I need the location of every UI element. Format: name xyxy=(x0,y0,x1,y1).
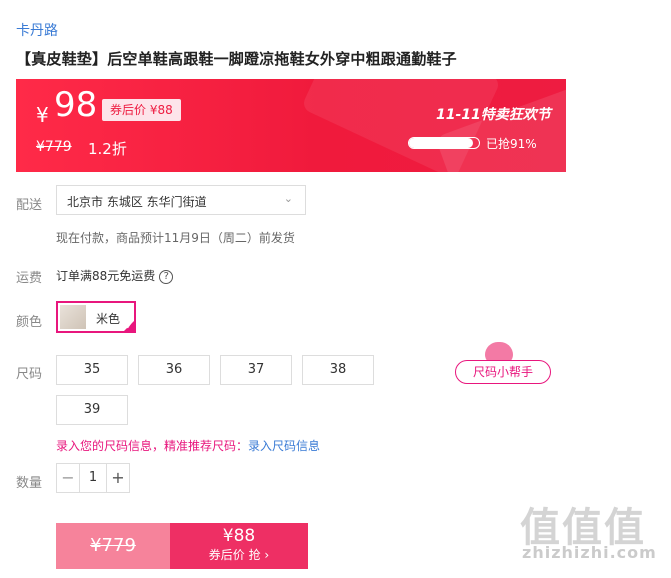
shipping-note: 现在付款，商品预计11月9日（周二）前发货 xyxy=(56,231,295,245)
price-value: 98 xyxy=(54,85,98,125)
sold-progress-bar xyxy=(408,137,480,149)
color-option-beige[interactable]: 米色 ✓ xyxy=(56,301,136,333)
freight-text: 订单满88元免运费 xyxy=(56,269,156,283)
original-price: ¥779 xyxy=(36,139,72,155)
color-option-label: 米色 xyxy=(96,312,121,326)
size-info-link[interactable]: 录入尺码信息 xyxy=(248,439,320,453)
quantity-increase-button[interactable]: + xyxy=(106,464,129,492)
price-currency: ¥ xyxy=(36,103,49,127)
sold-percentage: 已抢91% xyxy=(486,137,537,151)
watermark-site: zhizhizhi.com xyxy=(522,543,657,562)
shop-name[interactable]: 卡丹路 xyxy=(16,20,58,40)
coupon-buy-button[interactable]: ¥88 券后价 抢 › xyxy=(170,523,308,569)
size-label: 尺码 xyxy=(16,367,43,382)
address-text: 北京市 东城区 东华门街道 xyxy=(67,195,207,209)
size-option-37[interactable]: 37 xyxy=(220,355,292,385)
chevron-down-icon: ⌄ xyxy=(283,192,293,205)
quantity-label: 数量 xyxy=(16,476,43,491)
address-selector[interactable]: 北京市 东城区 东华门街道 ⌄ xyxy=(56,185,306,215)
freight-info: 订单满88元免运费? xyxy=(56,267,174,284)
coupon-buy-label: 券后价 抢 › xyxy=(208,548,270,562)
size-option-39[interactable]: 39 xyxy=(56,395,128,425)
size-info-prompt: 录入您的尺码信息，精准推荐尺码： xyxy=(56,439,249,453)
help-icon[interactable]: ? xyxy=(159,269,174,284)
size-option-38[interactable]: 38 xyxy=(302,355,374,385)
checkmark-icon: ✓ xyxy=(125,322,133,332)
color-label: 颜色 xyxy=(16,315,43,330)
size-helper-button[interactable]: 尺码小帮手 xyxy=(455,360,551,384)
festival-title: 11-11特卖狂欢节 xyxy=(436,107,551,123)
original-price-button[interactable]: ¥779 xyxy=(56,523,170,569)
coupon-price-badge: 券后价 ¥88 xyxy=(102,99,181,121)
coupon-buy-price: ¥88 xyxy=(222,526,256,546)
sold-progress-fill xyxy=(409,138,473,148)
price-banner: ¥ 98 券后价 ¥88 ¥779 1.2折 11-11特卖狂欢节 已抢91% xyxy=(16,79,566,172)
size-info-row: 录入您的尺码信息，精准推荐尺码：录入尺码信息 xyxy=(56,437,320,454)
delivery-label: 配送 xyxy=(16,198,43,213)
quantity-input[interactable]: 1 xyxy=(79,464,107,492)
size-option-35[interactable]: 35 xyxy=(56,355,128,385)
color-thumbnail xyxy=(60,305,86,329)
product-title: 【真皮鞋垫】后空单鞋高跟鞋一脚蹬凉拖鞋女外穿中粗跟通勤鞋子 xyxy=(16,50,457,68)
freight-label: 运费 xyxy=(16,271,43,286)
quantity-stepper: − 1 + xyxy=(56,463,130,493)
discount-label: 1.2折 xyxy=(88,140,127,158)
quantity-decrease-button[interactable]: − xyxy=(57,464,80,492)
size-option-36[interactable]: 36 xyxy=(138,355,210,385)
